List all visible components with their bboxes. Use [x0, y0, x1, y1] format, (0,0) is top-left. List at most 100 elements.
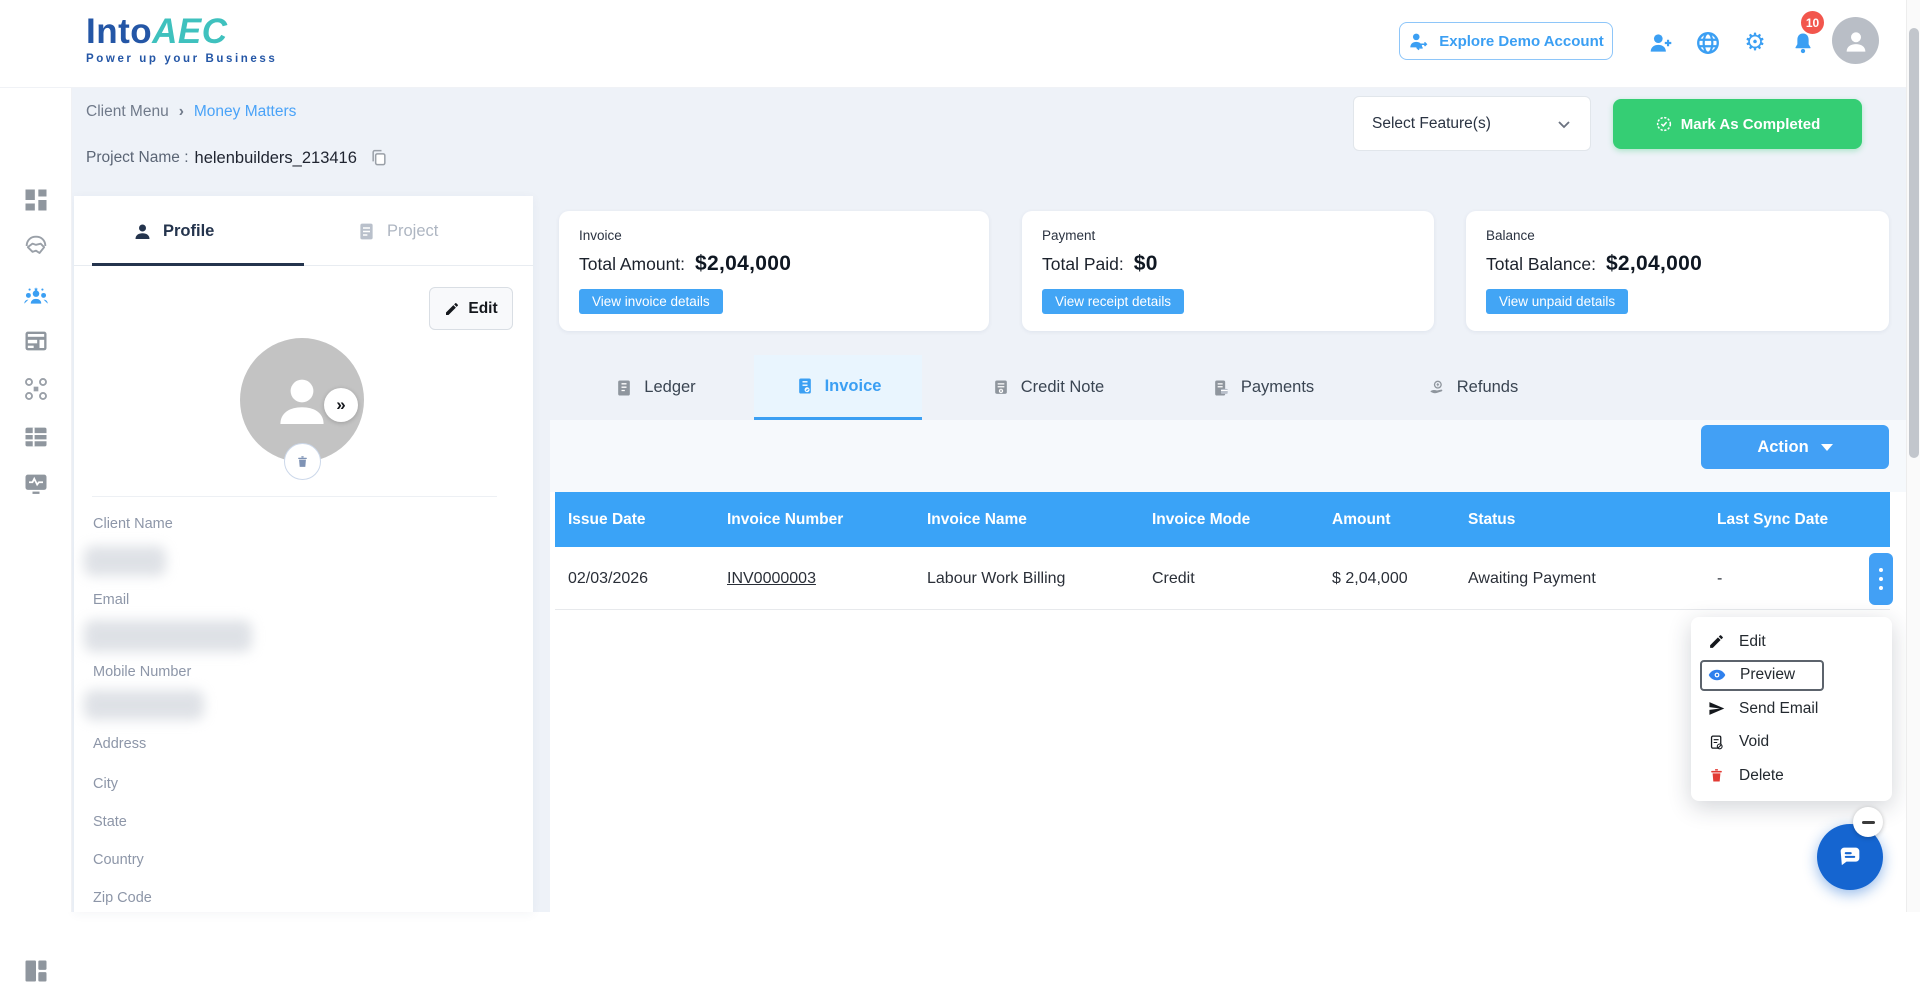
- invoice-summary-card: Invoice Total Amount: $2,04,000 View inv…: [559, 211, 989, 331]
- cell-last-sync-date: -: [1717, 570, 1723, 587]
- panel-divider: [92, 496, 497, 497]
- action-dropdown-label: Action: [1757, 437, 1809, 456]
- pencil-icon: [446, 302, 459, 315]
- pencil-icon: [1710, 635, 1723, 649]
- app-logo: Into AEC Power up your Business: [86, 12, 277, 65]
- trash-icon: [298, 456, 307, 467]
- tab-payments[interactable]: Payments: [1185, 355, 1340, 420]
- explore-demo-account-label: Explore Demo Account: [1439, 32, 1604, 50]
- invoice-icon: [798, 378, 811, 394]
- column-status: Status: [1468, 511, 1516, 528]
- breadcrumb-parent[interactable]: Client Menu: [86, 103, 169, 121]
- cell-amount: $ 2,04,000: [1332, 570, 1408, 587]
- column-amount: Amount: [1332, 511, 1391, 528]
- edit-client-label: Edit: [468, 299, 498, 317]
- redacted-mobile-value: [84, 690, 204, 720]
- globe-icon[interactable]: [1695, 30, 1721, 56]
- card-amount-value: $0: [1133, 252, 1158, 275]
- menu-item-send-email-label: Send Email: [1739, 699, 1819, 717]
- redacted-client-name-value: [84, 546, 166, 576]
- chevron-down-icon: [1558, 120, 1570, 128]
- menu-item-preview[interactable]: Preview: [1691, 659, 1892, 693]
- view-receipt-details-button[interactable]: View receipt details: [1042, 289, 1185, 314]
- breadcrumb-separator: ›: [178, 103, 184, 120]
- tab-credit-note-label: Credit Note: [1020, 378, 1105, 396]
- sidebar-item-dashboard-icon[interactable]: [22, 186, 50, 214]
- chat-bubble-icon: [1840, 847, 1860, 866]
- scrollbar-thumb[interactable]: [1909, 28, 1919, 458]
- card-amount-label: Total Balance:: [1486, 254, 1596, 274]
- cell-invoice-name: Labour Work Billing: [927, 570, 1066, 587]
- copy-icon[interactable]: [369, 148, 389, 168]
- menu-item-edit[interactable]: Edit: [1691, 625, 1892, 659]
- sidebar-item-projects-window-icon[interactable]: [22, 327, 50, 355]
- sidebar-item-clients-icon[interactable]: [22, 282, 50, 310]
- cell-invoice-number-link[interactable]: INV0000003: [727, 547, 816, 610]
- trash-icon: [1711, 769, 1722, 782]
- sidebar-item-reports-table-icon[interactable]: [22, 423, 50, 451]
- tab-ledger[interactable]: Ledger: [580, 355, 730, 420]
- select-features-dropdown[interactable]: Select Feature(s): [1353, 96, 1591, 151]
- avatar-expand-button[interactable]: »: [324, 388, 358, 422]
- view-unpaid-details-button[interactable]: View unpaid details: [1486, 289, 1629, 314]
- project-name-value: helenbuilders_213416: [194, 148, 357, 167]
- sidebar-item-integrations-icon[interactable]: [22, 375, 50, 403]
- sidebar-item-partners-handshake-icon[interactable]: [22, 232, 50, 260]
- tab-invoice[interactable]: Invoice: [754, 355, 922, 420]
- field-label-country: Country: [93, 852, 144, 868]
- tab-ledger-label: Ledger: [644, 378, 696, 396]
- tab-profile[interactable]: Profile: [132, 196, 214, 266]
- tab-project[interactable]: Project: [356, 196, 438, 266]
- refunds-icon: [1430, 380, 1443, 393]
- card-amount-value: $2,04,000: [1605, 252, 1703, 275]
- action-dropdown-button[interactable]: Action: [1701, 425, 1889, 469]
- explore-demo-account-button[interactable]: Explore Demo Account: [1399, 22, 1613, 60]
- demo-user-switch-icon: [1410, 33, 1428, 51]
- tab-credit-note[interactable]: Credit Note: [965, 355, 1130, 420]
- keyboard-focus-outline: [1700, 659, 1824, 691]
- add-user-icon[interactable]: [1648, 30, 1674, 56]
- payments-icon: [1214, 380, 1228, 395]
- column-invoice-name: Invoice Name: [927, 511, 1027, 528]
- mark-as-completed-button[interactable]: Mark As Completed: [1613, 99, 1862, 149]
- credit-note-icon: [994, 380, 1007, 394]
- tab-refunds[interactable]: Refunds: [1400, 355, 1545, 420]
- invoice-table-header: Issue Date Invoice Number Invoice Name I…: [555, 492, 1890, 547]
- row-actions-kebab-button[interactable]: [1869, 553, 1893, 605]
- menu-item-delete[interactable]: Delete: [1691, 759, 1892, 793]
- page-scrollbar[interactable]: [1906, 0, 1920, 912]
- logo-tagline: Power up your Business: [86, 53, 278, 65]
- view-invoice-details-button[interactable]: View invoice details: [579, 289, 723, 314]
- active-tab-underline: [92, 263, 304, 266]
- project-name-row: Project Name : helenbuilders_213416: [86, 148, 389, 168]
- card-amount-value: $2,04,000: [695, 252, 792, 275]
- menu-item-delete-label: Delete: [1739, 766, 1784, 784]
- profile-person-icon: [135, 224, 150, 239]
- field-label-mobile-number: Mobile Number: [93, 664, 192, 680]
- tab-profile-label: Profile: [163, 221, 215, 240]
- field-label-email: Email: [93, 592, 130, 608]
- redacted-email-value: [84, 620, 252, 652]
- left-icon-sidebar: [0, 88, 72, 982]
- column-issue-date: Issue Date: [568, 511, 646, 528]
- tab-payments-label: Payments: [1240, 378, 1315, 396]
- avatar-delete-button[interactable]: [284, 443, 321, 480]
- select-features-value: Select Feature(s): [1372, 114, 1491, 132]
- menu-item-void[interactable]: Void: [1691, 726, 1892, 760]
- edit-client-button[interactable]: Edit: [429, 287, 513, 330]
- field-label-address: Address: [93, 736, 147, 752]
- settings-gear-icon[interactable]: ⚙: [1742, 30, 1768, 56]
- cell-issue-date: 02/03/2026: [568, 570, 649, 587]
- send-icon: [1709, 702, 1725, 716]
- column-last-sync-date: Last Sync Date: [1717, 511, 1829, 528]
- sidebar-layout-toggle-icon[interactable]: [22, 957, 50, 985]
- logo-text-aec: AEC: [152, 12, 228, 51]
- menu-item-send-email[interactable]: Send Email: [1691, 692, 1892, 726]
- cell-status: Awaiting Payment: [1468, 570, 1596, 587]
- chat-minimize-button[interactable]: [1853, 807, 1883, 837]
- project-name-label: Project Name :: [86, 149, 189, 166]
- table-row: 02/03/2026 INV0000003 Labour Work Billin…: [555, 547, 1893, 610]
- sidebar-item-activity-monitor-icon[interactable]: [22, 470, 50, 498]
- cell-invoice-mode: Credit: [1152, 570, 1195, 587]
- user-avatar[interactable]: [1832, 17, 1879, 64]
